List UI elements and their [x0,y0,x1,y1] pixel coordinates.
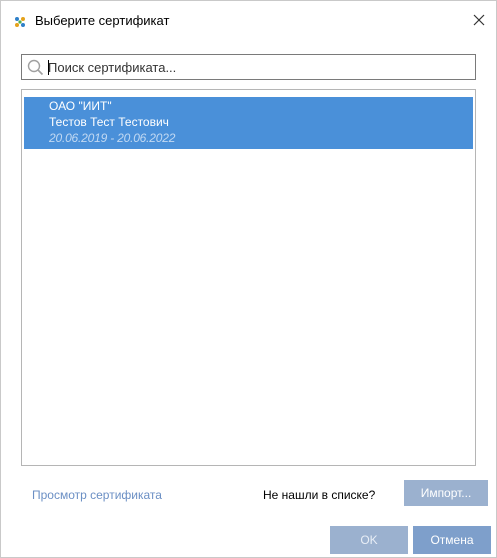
search-box[interactable] [21,54,476,80]
title-bar: Выберите сертификат [1,1,496,41]
search-input[interactable] [48,55,468,79]
close-icon [473,14,485,26]
certificate-dialog: Выберите сертификат ОАО "ИИТ" Тестов Тес… [0,0,497,558]
view-certificate-link[interactable]: Просмотр сертификата [32,488,162,502]
certificate-validity: 20.06.2019 - 20.06.2022 [49,131,176,145]
certificate-list-item[interactable]: ОАО "ИИТ" Тестов Тест Тестович 20.06.201… [24,97,473,149]
certificate-owner: Тестов Тест Тестович [49,115,169,129]
close-button[interactable] [468,9,490,31]
certificate-issuer: ОАО "ИИТ" [49,99,112,113]
certificate-list[interactable]: ОАО "ИИТ" Тестов Тест Тестович 20.06.201… [21,89,476,466]
dialog-title: Выберите сертификат [35,13,170,28]
ok-button[interactable]: OK [330,526,408,554]
import-button[interactable]: Импорт... [404,480,488,506]
search-icon [27,59,44,76]
app-icon [13,15,27,29]
cancel-button[interactable]: Отмена [413,526,491,554]
not-found-label: Не нашли в списке? [263,488,376,502]
